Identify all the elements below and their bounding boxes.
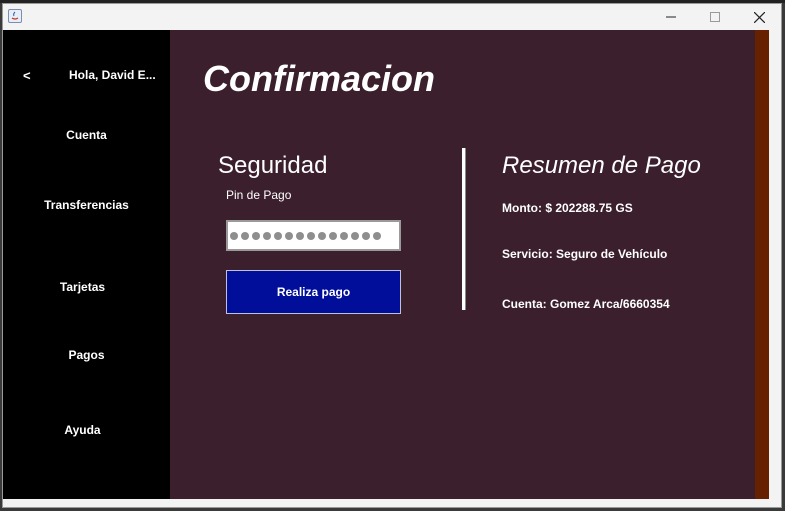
pin-mask-dot <box>274 231 282 240</box>
summary-amount: Monto: $ 202288.75 GS <box>502 201 633 215</box>
maximize-icon <box>710 12 720 22</box>
sidebar-item-ayuda[interactable]: Ayuda <box>0 423 166 437</box>
pin-mask-dot <box>351 231 359 240</box>
pin-mask-dot <box>230 231 238 240</box>
pin-mask-dot <box>285 231 293 240</box>
right-accent-bar <box>755 30 769 499</box>
pay-button[interactable]: Realiza pago <box>226 270 401 314</box>
close-button[interactable] <box>736 4 782 30</box>
title-bar <box>3 4 781 30</box>
pin-mask-dot <box>241 231 249 240</box>
summary-service: Servicio: Seguro de Vehículo <box>502 247 668 261</box>
app-window: < Hola, David E... Cuenta Transferencias… <box>2 3 782 508</box>
sidebar-item-cuenta[interactable]: Cuenta <box>3 128 170 142</box>
close-icon <box>753 11 765 23</box>
sidebar-item-tarjetas[interactable]: Tarjetas <box>0 280 166 294</box>
summary-account: Cuenta: Gomez Arca/6660354 <box>502 297 670 311</box>
pin-mask-dot <box>329 231 337 240</box>
minimize-icon <box>666 16 676 18</box>
pin-label: Pin de Pago <box>226 188 292 202</box>
security-title: Seguridad <box>218 152 328 179</box>
pin-mask-dot <box>340 231 348 240</box>
pin-mask-dot <box>318 231 326 240</box>
back-button[interactable]: < <box>23 68 31 83</box>
vertical-separator <box>462 148 466 310</box>
pin-mask-dot <box>373 231 381 240</box>
user-greeting: Hola, David E... <box>69 68 155 82</box>
pin-mask-dot <box>263 231 271 240</box>
window-content: < Hola, David E... Cuenta Transferencias… <box>3 30 781 499</box>
pin-mask-dot <box>296 231 304 240</box>
pin-mask-dot <box>252 231 260 240</box>
summary-title: Resumen de Pago <box>502 152 701 179</box>
sidebar: < Hola, David E... Cuenta Transferencias… <box>3 30 170 499</box>
pin-mask-dot <box>307 231 315 240</box>
window-edge <box>769 30 781 499</box>
java-app-icon <box>8 9 22 23</box>
sidebar-item-transferencias[interactable]: Transferencias <box>3 198 170 212</box>
pin-password-field[interactable] <box>226 220 401 251</box>
main-panel: Confirmacion Seguridad Pin de Pago Reali… <box>170 30 755 499</box>
pin-mask-dot <box>362 231 370 240</box>
page-title: Confirmacion <box>203 58 436 99</box>
sidebar-item-pagos[interactable]: Pagos <box>3 348 170 362</box>
maximize-button[interactable] <box>692 4 738 30</box>
minimize-button[interactable] <box>648 4 694 30</box>
